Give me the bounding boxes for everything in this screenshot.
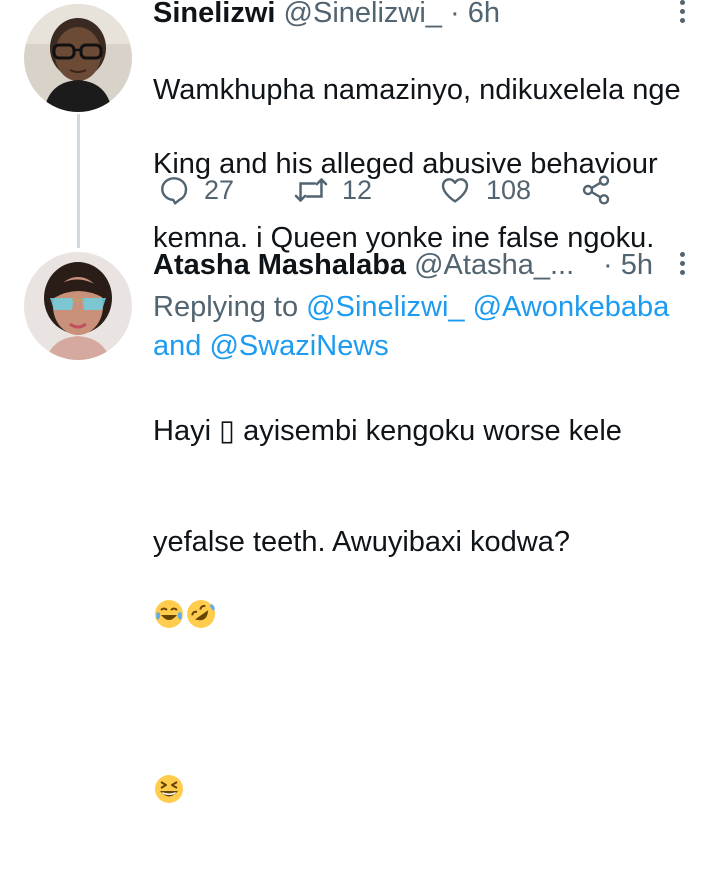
sinelizwi-avatar[interactable] [24, 4, 132, 112]
like-icon [441, 178, 469, 203]
replying-to-label: Replying to [153, 291, 299, 323]
tweet1-handle[interactable]: @Sinelizwi_ [284, 0, 442, 29]
reply-button[interactable]: 27 [158, 172, 234, 208]
tweet2-header: Atasha Mashalaba @Atasha_... [153, 248, 574, 282]
tweet2-handle[interactable]: @Atasha_... [414, 249, 574, 281]
replying-and-word: and [153, 330, 202, 362]
tweet2-separator: · [603, 249, 613, 281]
tweet1-header: Sinelizwi @Sinelizwi_ · 6h [153, 0, 500, 30]
reply-count: 27 [204, 174, 235, 205]
tweet2-text-line: Hayi ▯ ayisembi kengoku worse kele [153, 415, 622, 447]
retweet-button[interactable]: 12 [294, 172, 372, 208]
share-button[interactable] [580, 172, 612, 208]
tweet1-timestamp[interactable]: 6h [468, 0, 500, 29]
tweet2-timestamp[interactable]: 5h [621, 249, 653, 281]
mention-link[interactable]: @Awonkebaba [473, 291, 670, 323]
reply-icon [161, 177, 188, 205]
tweet2-text-line: yefalse teeth. Awuyibaxi kodwa? [153, 526, 571, 558]
like-count: 108 [486, 174, 532, 205]
tweet2-display-name[interactable]: Atasha Mashalaba [153, 249, 406, 281]
tweet1-display-name[interactable]: Sinelizwi [153, 0, 275, 29]
thread-connector-line [77, 114, 80, 248]
retweet-icon [294, 178, 328, 202]
tweet2-text-line-2: yefalse teeth. Awuyibaxi kodwa? [153, 487, 622, 662]
atasha-avatar[interactable] [24, 252, 132, 360]
tweet1-separator: · [450, 0, 460, 29]
mention-link[interactable]: @Sinelizwi_ [306, 291, 464, 323]
grinning-squinting-emoji [153, 736, 185, 803]
tweet2-time-group: · 5h [603, 248, 653, 282]
like-button[interactable]: 108 [438, 172, 531, 208]
replying-to-line: Replying to @Sinelizwi_ @Awonkebaba [153, 289, 669, 326]
mention-link[interactable]: @SwaziNews [209, 330, 388, 362]
tweet2-text-line-3 [153, 699, 622, 837]
more-options-icon[interactable] [675, 0, 689, 28]
share-icon [582, 175, 610, 205]
replying-to-line-2: and @SwaziNews [153, 328, 389, 365]
rolling-on-floor-laughing-emoji [185, 561, 217, 628]
more-options-icon[interactable] [675, 250, 689, 280]
tears-of-joy-emoji [153, 561, 185, 628]
tweet2-text: Hayi ▯ ayisembi kengoku worse kele yefal… [153, 376, 622, 874]
tweet1-text-line: Wamkhupha namazinyo, ndikuxelela nge [153, 74, 681, 106]
retweet-count: 12 [342, 174, 373, 205]
